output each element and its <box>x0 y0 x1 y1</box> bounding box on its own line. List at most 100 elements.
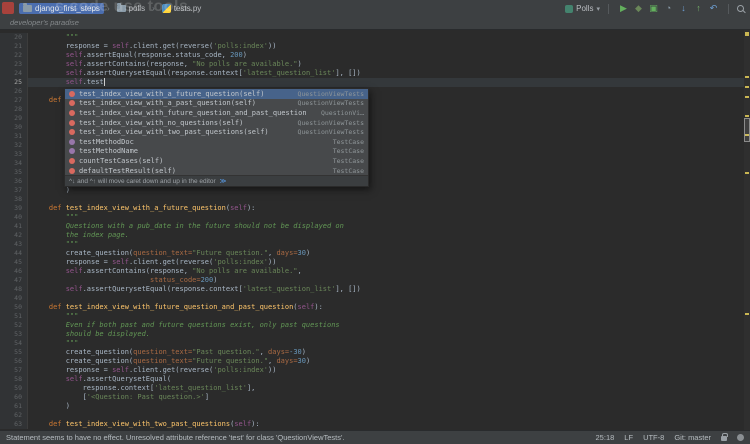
completion-name: test_index_view_with_two_past_questions(… <box>79 128 269 137</box>
code-line-38[interactable]: 38 <box>0 195 750 204</box>
line-number: 63 <box>0 420 28 429</box>
completion-item[interactable]: test_index_view_with_a_past_question(sel… <box>65 99 368 109</box>
completion-name: defaultTestResult(self) <box>79 166 176 175</box>
code-text: """ <box>32 312 79 320</box>
run-coverage-icon[interactable]: ▣ <box>647 3 660 14</box>
code-line-21[interactable]: 21 response = self.client.get(reverse('p… <box>0 42 750 51</box>
run-config-label: Polls <box>576 4 594 13</box>
hint-text: ^↓ and ^↑ will move caret down and up in… <box>69 177 216 185</box>
code-line-57[interactable]: 57 response = self.client.get(reverse('p… <box>0 366 750 375</box>
git-branch[interactable]: Git: master <box>674 433 711 442</box>
folder-icon <box>116 3 126 12</box>
lock-icon[interactable] <box>721 433 728 441</box>
file-encoding[interactable]: UTF-8 <box>643 433 664 442</box>
code-text: ['<Question: Past question.>'] <box>32 393 210 401</box>
status-message: Statement seems to have no effect. Unres… <box>6 433 345 442</box>
search-icon[interactable] <box>737 5 744 12</box>
code-line-62[interactable]: 62 <box>0 411 750 420</box>
code-line-46[interactable]: 46 self.assertContains(response, "No pol… <box>0 267 750 276</box>
code-text: """ <box>32 339 79 347</box>
code-text: def test_index_view_with_a_future_questi… <box>48 204 256 212</box>
completion-item[interactable]: defaultTestResult(self) TestCase <box>65 166 368 176</box>
caret-position[interactable]: 25:18 <box>596 433 615 442</box>
warning-tick[interactable] <box>745 96 749 98</box>
line-number: 54 <box>0 339 28 348</box>
line-number: 29 <box>0 114 28 123</box>
line-number: 34 <box>0 159 28 168</box>
completion-tail: TestCase <box>332 156 364 165</box>
breadcrumb-item-tests-py[interactable]: tests.py <box>158 3 206 14</box>
code-line-43[interactable]: 43 """ <box>0 240 750 249</box>
chevron-right-icon: › <box>106 4 110 13</box>
completion-tail: QuestionVi… <box>320 108 364 117</box>
code-line-40[interactable]: 40 """ <box>0 213 750 222</box>
code-line-53[interactable]: 53 should be displayed. <box>0 330 750 339</box>
warning-tick[interactable] <box>745 115 749 117</box>
code-line-20[interactable]: 20 """ <box>0 33 750 42</box>
warning-tick[interactable] <box>745 313 749 315</box>
code-line-58[interactable]: 58 self.assertQuerysetEqual( <box>0 375 750 384</box>
completion-item[interactable]: test_index_view_with_a_future_question(s… <box>65 89 368 99</box>
completion-item[interactable]: testMethodDoc TestCase <box>65 137 368 147</box>
app-icon <box>2 2 14 14</box>
code-text: """ <box>32 240 79 248</box>
code-line-59[interactable]: 59 response.context['latest_question_lis… <box>0 384 750 393</box>
code-line-41[interactable]: 41 Questions with a pub_date in the futu… <box>0 222 750 231</box>
breadcrumb-item-polls[interactable]: polls <box>113 3 149 14</box>
code-line-49[interactable]: 49 <box>0 294 750 303</box>
code-line-45[interactable]: 45 response = self.client.get(reverse('p… <box>0 258 750 267</box>
code-line-47[interactable]: 47 status_code=200) <box>0 276 750 285</box>
code-line-37[interactable]: 37 ) <box>0 186 750 195</box>
code-line-50[interactable]: 50 def test_index_view_with_future_quest… <box>0 303 750 312</box>
completion-item[interactable]: test_index_view_with_no_questions(self) Q… <box>65 118 368 128</box>
hint-more-link[interactable]: ≫ <box>220 177 227 185</box>
code-line-52[interactable]: 52 Even if both past and future question… <box>0 321 750 330</box>
completion-item[interactable]: test_index_view_with_future_question_and… <box>65 108 368 118</box>
line-number: 35 <box>0 168 28 177</box>
code-line-44[interactable]: 44 create_question(question_text="Future… <box>0 249 750 258</box>
code-text: self.assertQuerysetEqual(response.contex… <box>65 285 361 293</box>
code-line-24[interactable]: 24 self.assertQuerysetEqual(response.con… <box>0 69 750 78</box>
code-line-22[interactable]: 22 self.assertEqual(response.status_code… <box>0 51 750 60</box>
breadcrumb-label: tests.py <box>173 4 202 13</box>
breadcrumb-item-project[interactable]: django_first_steps <box>19 3 104 14</box>
line-number: 27 <box>0 96 28 105</box>
code-text: ) <box>32 186 70 194</box>
code-line-63[interactable]: 63 def test_index_view_with_two_past_que… <box>0 420 750 429</box>
line-separator[interactable]: LF <box>624 433 633 442</box>
code-line-56[interactable]: 56 create_question(question_text="Future… <box>0 357 750 366</box>
code-line-55[interactable]: 55 create_question(question_text="Past q… <box>0 348 750 357</box>
run-icon[interactable]: ▶ <box>617 3 630 14</box>
code-line-39[interactable]: 39 def test_index_view_with_a_future_que… <box>0 204 750 213</box>
commit-changes-icon[interactable]: ↑ <box>692 3 705 14</box>
code-line-61[interactable]: 61 ) <box>0 402 750 411</box>
code-text: response = self.client.get(reverse('poll… <box>32 366 277 374</box>
warning-tick[interactable] <box>745 76 749 78</box>
code-line-42[interactable]: 42 the index page. <box>0 231 750 240</box>
method-icon <box>69 167 75 174</box>
completion-item[interactable]: testMethodName TestCase <box>65 147 368 157</box>
hector-icon[interactable] <box>737 434 744 441</box>
completion-item[interactable]: countTestCases(self) TestCase <box>65 156 368 166</box>
debug-icon[interactable]: ◆ <box>632 3 645 14</box>
breadcrumb: django_first_steps › polls › tests.py <box>19 2 205 15</box>
update-project-icon[interactable]: ↓ <box>677 3 690 14</box>
profiler-icon[interactable]: ◔ <box>662 3 675 14</box>
code-line-54[interactable]: 54 """ <box>0 339 750 348</box>
code-line-60[interactable]: 60 ['<Question: Past question.>'] <box>0 393 750 402</box>
rollback-icon[interactable]: ↶ <box>707 3 720 14</box>
code-line-25[interactable]: 25 self.test <box>0 78 750 87</box>
scrollbar-thumb[interactable] <box>744 118 750 142</box>
warning-tick[interactable] <box>745 86 749 88</box>
completion-item[interactable]: test_index_view_with_two_past_questions(… <box>65 127 368 137</box>
code-text: response = self.client.get(reverse('poll… <box>32 258 277 266</box>
line-number: 51 <box>0 312 28 321</box>
toolbar-separator <box>728 3 729 14</box>
warning-tick[interactable] <box>745 172 749 174</box>
code-line-23[interactable]: 23 self.assertContains(response, "No pol… <box>0 60 750 69</box>
folder-icon <box>23 3 32 12</box>
code-line-51[interactable]: 51 """ <box>0 312 750 321</box>
code-line-48[interactable]: 48 self.assertQuerysetEqual(response.con… <box>0 285 750 294</box>
inspection-indicator[interactable] <box>745 32 749 36</box>
run-config-select[interactable]: Polls ▾ <box>565 4 600 13</box>
